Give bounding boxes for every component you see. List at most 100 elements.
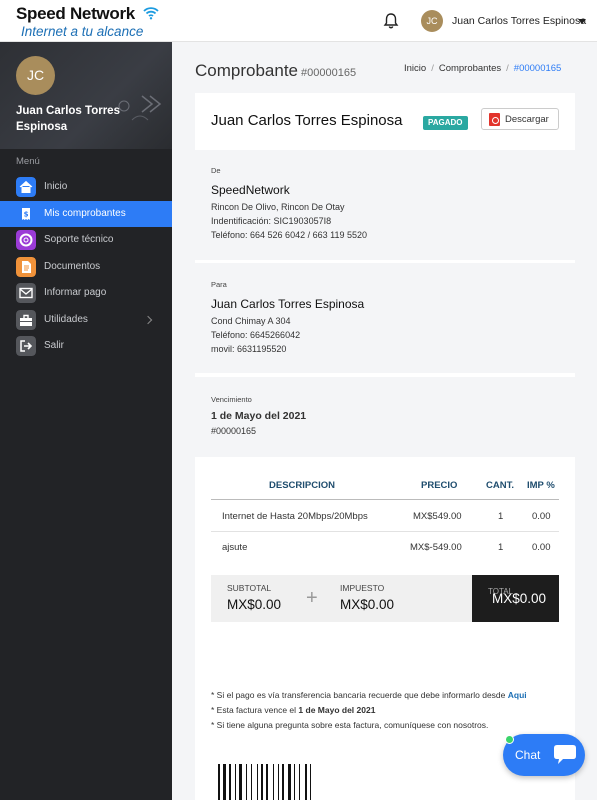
barcode-bar — [305, 764, 307, 800]
sidebar-profile: JC Juan Carlos Torres Espinosa — [0, 42, 172, 149]
pdf-icon — [489, 113, 500, 126]
document-icon — [16, 257, 36, 277]
status-badge: PAGADO — [423, 116, 468, 130]
download-button[interactable]: Descargar — [481, 108, 559, 130]
brand-name: Speed Network — [16, 4, 135, 23]
barcode-bar — [282, 764, 284, 800]
tax-value: MX$0.00 — [340, 597, 395, 612]
wifi-icon — [143, 7, 159, 20]
totals-panel: SUBTOTAL MX$0.00 + IMPUESTO MX$0.00 TOTA… — [211, 575, 559, 622]
barcode-bar — [239, 764, 242, 800]
to-address: Cond Chimay A 304 — [211, 316, 291, 326]
home-icon — [16, 177, 36, 197]
to-phone: Teléfono: 6645266042 — [211, 330, 301, 340]
to-name: Juan Carlos Torres Espinosa — [211, 297, 365, 311]
chat-label: Chat — [515, 748, 541, 762]
subtotal-value: MX$0.00 — [227, 597, 282, 612]
barcode — [218, 764, 311, 800]
sidebar-item-label: Soporte técnico — [44, 234, 114, 245]
plus-icon: + — [306, 587, 318, 609]
lifebuoy-icon — [16, 230, 36, 250]
caret-down-icon[interactable] — [578, 19, 586, 24]
sidebar-item-utilidades[interactable]: Utilidades — [0, 307, 172, 333]
barcode-bar — [246, 764, 247, 800]
subtotal-label: SUBTOTAL — [227, 583, 272, 593]
chevron-right-icon — [143, 315, 153, 325]
brand-logo[interactable]: Speed Network Internet a tu alcance — [16, 4, 159, 40]
breadcrumb-section[interactable]: Comprobantes — [439, 63, 501, 74]
to-mobile: movil: 6631195520 — [211, 344, 287, 354]
breadcrumb-current: #00000165 — [513, 63, 562, 74]
avatar[interactable]: JC — [421, 10, 443, 32]
row-tax: 0.00 — [532, 511, 551, 522]
sidebar-item-soporte-tecnico[interactable]: Soporte técnico — [0, 227, 172, 253]
sidebar-item-informar-pago[interactable]: Informar pago — [0, 280, 172, 306]
to-label: Para — [211, 280, 227, 289]
sidebar-item-label: Inicio — [44, 181, 68, 192]
sidebar: JC Juan Carlos Torres Espinosa Menú Inic… — [0, 42, 172, 800]
row-qty: 1 — [498, 511, 504, 522]
inform-payment-link[interactable]: Aqui — [508, 690, 527, 700]
barcode-bar — [261, 764, 263, 800]
invoice-from-section: De SpeedNetwork Rincon De Olivo, Rincon … — [195, 150, 575, 260]
sidebar-item-label: Salir — [44, 340, 65, 351]
barcode-bar — [223, 764, 226, 800]
barcode-bar — [310, 764, 311, 800]
invoice-to-section: Para Juan Carlos Torres Espinosa Cond Ch… — [195, 263, 575, 373]
barcode-bar — [257, 764, 258, 800]
invoice-due-section: Vencimiento 1 de Mayo del 2021 #00000165 — [195, 377, 575, 457]
chat-bubble-icon — [554, 745, 576, 764]
sidebar-item-salir[interactable]: Salir — [0, 333, 172, 359]
row-description: ajsute — [222, 542, 248, 553]
page-title-number: #00000165 — [301, 67, 357, 79]
row-price: MX$-549.00 — [410, 542, 462, 553]
barcode-bar — [229, 764, 231, 800]
note-text: * Si tiene alguna pregunta sobre esta fa… — [211, 720, 489, 730]
invoice-customer-name: Juan Carlos Torres Espinosa — [211, 112, 403, 129]
note-text: * Si el pago es vía transferencia bancar… — [211, 690, 508, 700]
breadcrumb-separator: / — [506, 63, 509, 74]
note-line: * Esta factura vence el 1 de Mayo del 20… — [211, 703, 527, 718]
invoice-notes: * Si el pago es vía transferencia bancar… — [211, 688, 527, 733]
bell-icon[interactable] — [383, 12, 399, 30]
table-header-divider — [211, 499, 559, 500]
sidebar-item-mis-comprobantes[interactable]: $ Mis comprobantes — [0, 201, 172, 227]
barcode-bar — [235, 764, 236, 800]
row-tax: 0.00 — [532, 542, 551, 553]
from-name: SpeedNetwork — [211, 183, 290, 197]
from-label: De — [211, 166, 221, 175]
total-value: MX$0.00 — [492, 591, 547, 606]
tax-label: IMPUESTO — [340, 583, 385, 593]
sidebar-item-label: Mis comprobantes — [44, 208, 126, 219]
chat-button[interactable]: Chat — [503, 734, 585, 776]
breadcrumb-separator: / — [431, 63, 434, 74]
sidebar-item-label: Informar pago — [44, 287, 107, 298]
column-header-description: DESCRIPCION — [269, 480, 335, 491]
avatar[interactable]: JC — [16, 56, 55, 95]
note-text: * Esta factura vence el — [211, 705, 299, 715]
column-header-qty: CANT. — [486, 480, 514, 491]
column-header-tax: IMP % — [527, 480, 555, 491]
from-identification: Indentificación: SIC1903057I8 — [211, 216, 332, 226]
table-row-divider — [211, 531, 559, 532]
barcode-bar — [299, 764, 300, 800]
toolbox-icon — [16, 310, 36, 330]
note-line: * Si tiene alguna pregunta sobre esta fa… — [211, 718, 527, 733]
page-title: Comprobante #00000165 — [195, 61, 356, 81]
user-menu-name[interactable]: Juan Carlos Torres Espinosa — [452, 15, 586, 27]
sidebar-item-label: Documentos — [44, 261, 101, 272]
sidebar-item-inicio[interactable]: Inicio — [0, 174, 172, 200]
svg-text:$: $ — [24, 211, 29, 219]
column-header-price: PRECIO — [421, 480, 458, 491]
barcode-bar — [218, 764, 220, 800]
row-price: MX$549.00 — [413, 511, 462, 522]
brand-tagline: Internet a tu alcance — [21, 24, 144, 39]
sidebar-item-label: Utilidades — [44, 314, 88, 325]
breadcrumb-home[interactable]: Inicio — [404, 63, 426, 74]
barcode-bar — [273, 764, 274, 800]
note-line: * Si el pago es vía transferencia bancar… — [211, 688, 527, 703]
envelope-icon — [16, 283, 36, 303]
sidebar-item-documentos[interactable]: Documentos — [0, 254, 172, 280]
barcode-bar — [288, 764, 291, 800]
barcode-bar — [294, 764, 295, 800]
